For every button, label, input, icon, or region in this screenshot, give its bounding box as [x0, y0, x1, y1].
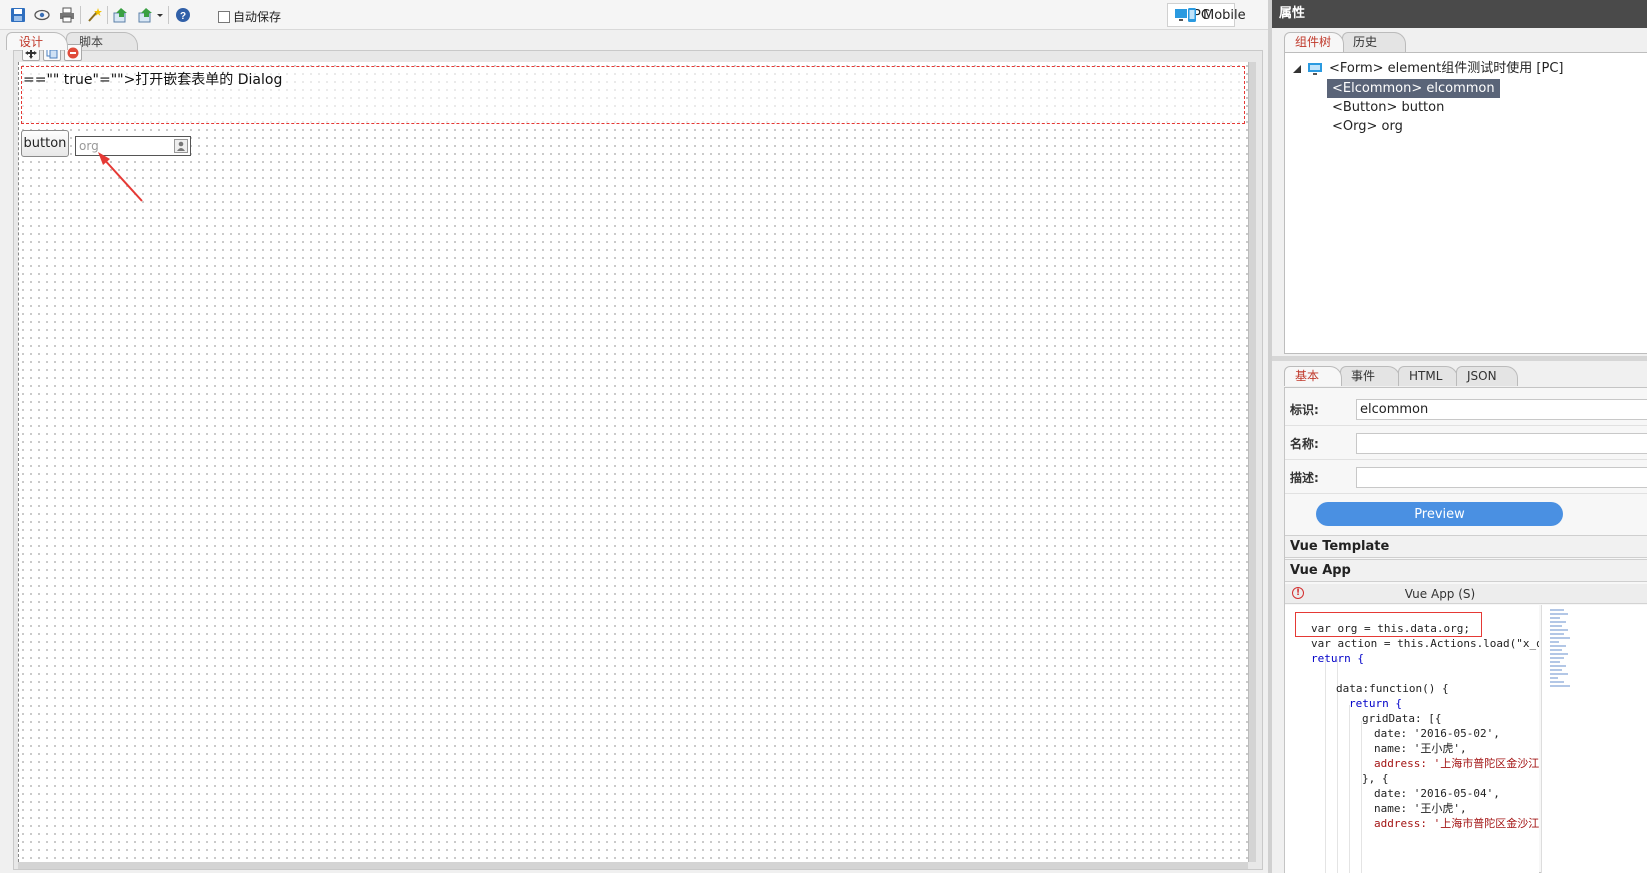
properties-title: 属性 — [1272, 0, 1647, 28]
tab-component-tree[interactable]: 组件树 — [1284, 32, 1344, 52]
tab-history[interactable]: 历史 — [1342, 32, 1406, 52]
code-editor-header: ! Vue App (S) — [1285, 584, 1647, 604]
tab-events[interactable]: 事件 — [1340, 366, 1400, 386]
annotation-arrow-icon — [98, 152, 143, 202]
code-line: address: '上海市普陀区金沙江 — [1374, 757, 1539, 770]
indent-guide — [1325, 659, 1326, 873]
elcommon-component[interactable]: =="" true"="">打开嵌套表单的 Dialog — [21, 66, 1245, 124]
vue-app-section[interactable]: Vue App — [1285, 559, 1647, 582]
minimap-line — [1550, 621, 1566, 623]
code-line: return { — [1349, 697, 1402, 710]
minimap-line — [1550, 645, 1566, 647]
minimap-line — [1550, 657, 1564, 659]
design-canvas[interactable] — [18, 62, 1248, 862]
id-label: 标识: — [1290, 403, 1319, 417]
canvas-vertical-scrollbar[interactable] — [1248, 62, 1256, 862]
minimap-line — [1550, 653, 1568, 655]
minimap-line — [1550, 641, 1559, 643]
import-icon[interactable] — [112, 6, 130, 24]
magic-wand-icon[interactable] — [85, 6, 103, 24]
minimap-line — [1550, 625, 1562, 627]
prop-row-name: 名称: — [1285, 426, 1647, 460]
component-tree: <Form> element组件测试时使用 [PC] <Elcommon> el… — [1284, 52, 1647, 354]
minimap-line — [1550, 617, 1560, 619]
tree-item-button[interactable]: <Button> button — [1327, 98, 1449, 117]
prop-row-id: 标识: elcommon — [1285, 392, 1647, 426]
code-line: gridData: [{ — [1362, 712, 1442, 725]
svg-text:?: ? — [180, 11, 186, 22]
panel-splitter[interactable] — [1272, 356, 1647, 361]
device-mobile-label: Mobile — [1203, 7, 1246, 23]
minimap-line — [1550, 629, 1568, 631]
preview-button[interactable]: Preview — [1316, 502, 1563, 526]
toolbar-separator — [80, 6, 81, 24]
tree-item-elcommon[interactable]: <Elcommon> elcommon — [1327, 79, 1500, 98]
minimap-line — [1550, 661, 1560, 663]
checkbox-box[interactable] — [218, 10, 230, 23]
phone-icon — [1188, 8, 1196, 22]
person-icon[interactable] — [174, 139, 188, 153]
minimap-line — [1550, 681, 1564, 683]
button-component[interactable]: button — [21, 130, 69, 157]
help-icon[interactable]: ? — [174, 6, 192, 24]
minimap-line — [1550, 685, 1570, 687]
print-icon[interactable] — [58, 6, 76, 24]
prop-row-description: 描述: — [1285, 460, 1647, 494]
code-line: address: '上海市普陀区金沙江 — [1374, 817, 1539, 830]
tab-basic[interactable]: 基本 — [1284, 366, 1342, 386]
name-label: 名称: — [1290, 437, 1319, 451]
minimap-line — [1550, 665, 1566, 667]
code-line: date: '2016-05-02', — [1374, 727, 1500, 740]
minimap-line — [1550, 677, 1558, 679]
code-line: return { — [1311, 652, 1364, 665]
designer-toolbar: ? 自动保存 PC — [0, 0, 1268, 30]
tree-root-label: <Form> element组件测试时使用 [PC] — [1329, 61, 1564, 76]
monitor-icon — [1308, 62, 1322, 75]
expand-triangle-icon[interactable] — [1293, 64, 1301, 73]
indent-guide — [1349, 705, 1350, 873]
minimap-line — [1550, 669, 1562, 671]
minimap-line — [1550, 633, 1564, 635]
export-dropdown-icon[interactable] — [138, 6, 164, 24]
minimap-line — [1550, 649, 1562, 651]
minimap-line — [1550, 637, 1570, 639]
code-line: data:function() { — [1336, 682, 1449, 695]
toolbar-separator — [107, 6, 108, 24]
canvas-horizontal-scrollbar[interactable] — [18, 862, 1248, 869]
tab-html[interactable]: HTML — [1398, 366, 1458, 386]
description-input[interactable] — [1356, 467, 1647, 488]
code-editor[interactable]: var org = this.data.org; var action = th… — [1285, 605, 1539, 873]
tree-item-org[interactable]: <Org> org — [1327, 117, 1408, 136]
minimap-line — [1550, 613, 1568, 615]
autosave-label: 自动保存 — [233, 10, 282, 24]
vue-template-section[interactable]: Vue Template — [1285, 535, 1647, 558]
id-input[interactable]: elcommon — [1356, 399, 1647, 420]
designer-area: ? 自动保存 PC Mobile 设计 脚本 =="" true"="">打开嵌… — [0, 0, 1268, 873]
device-mobile-button[interactable]: Mobile — [1180, 3, 1260, 27]
code-line: date: '2016-05-04', — [1374, 787, 1500, 800]
code-minimap[interactable] — [1541, 605, 1647, 873]
code-line: var action = this.Actions.load("x_qu — [1311, 637, 1539, 650]
code-line: name: '王小虎', — [1374, 802, 1467, 815]
code-line: }, { — [1362, 772, 1389, 785]
code-annotation-box — [1295, 612, 1482, 637]
code-editor-title: Vue App (S) — [1404, 587, 1476, 601]
indent-guide — [1361, 721, 1362, 873]
tree-root-form[interactable]: <Form> element组件测试时使用 [PC] — [1293, 59, 1563, 78]
property-form: 标识: elcommon 名称: 描述: Preview Vue Templat… — [1284, 387, 1647, 873]
preview-eye-icon[interactable] — [33, 6, 51, 24]
toolbar-separator — [168, 6, 169, 24]
description-label: 描述: — [1290, 471, 1319, 485]
properties-panel: 属性 组件树 历史 <Form> element组件测试时使用 [PC] <El… — [1268, 0, 1647, 873]
minimap-line — [1550, 609, 1564, 611]
tab-design[interactable]: 设计 — [6, 32, 68, 50]
autosave-checkbox[interactable]: 自动保存 — [218, 8, 281, 25]
minimap-line — [1550, 673, 1568, 675]
code-line: name: '王小虎', — [1374, 742, 1467, 755]
form-designer-app: ? 自动保存 PC Mobile 设计 脚本 =="" true"="">打开嵌… — [0, 0, 1647, 873]
tab-json[interactable]: JSON — [1456, 366, 1518, 386]
save-icon[interactable] — [9, 6, 27, 24]
name-input[interactable] — [1356, 433, 1647, 454]
elcommon-content: =="" true"="">打开嵌套表单的 Dialog — [23, 72, 283, 88]
